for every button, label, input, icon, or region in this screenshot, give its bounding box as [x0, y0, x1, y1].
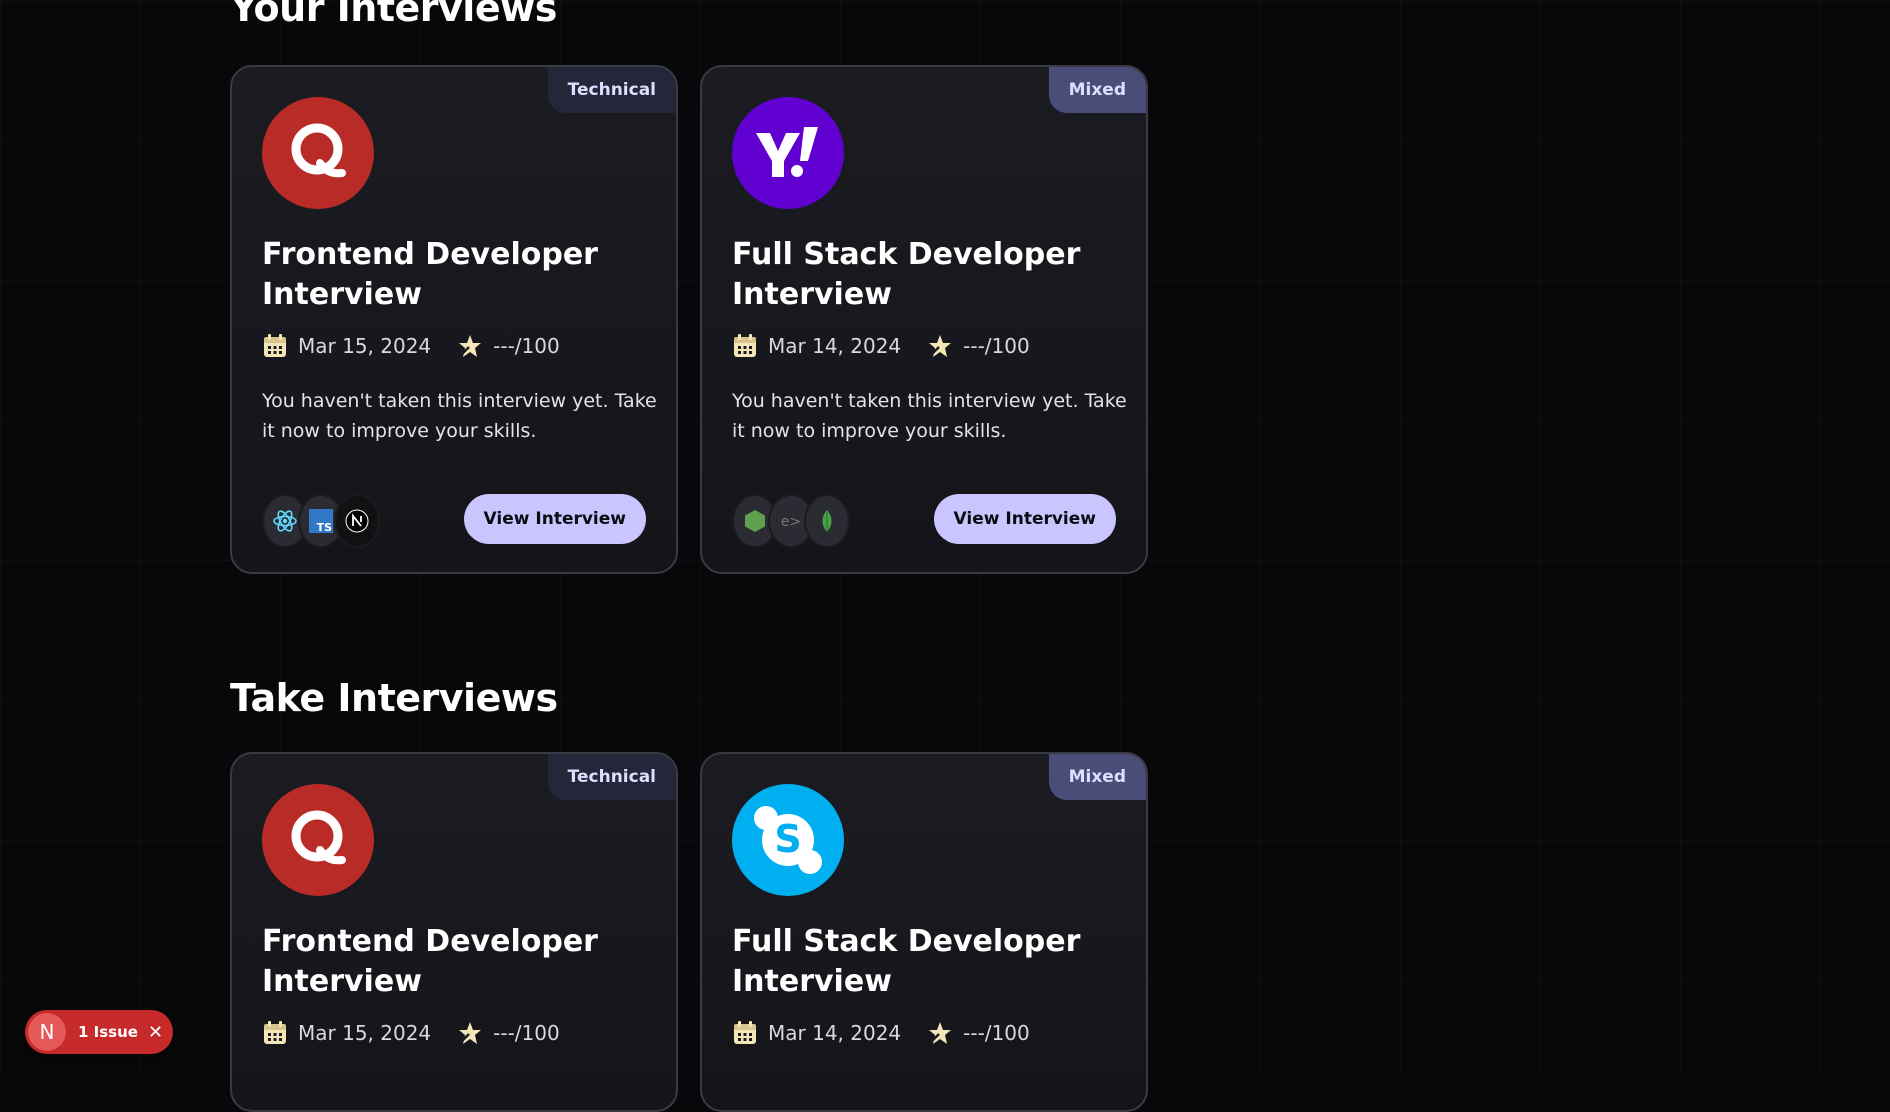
calendar-icon: [264, 1021, 286, 1044]
star-icon: [929, 335, 952, 357]
nextjs-logo-icon: N: [28, 1013, 66, 1051]
section-title-take-interviews: Take Interviews: [230, 676, 558, 720]
dev-issues-indicator[interactable]: N 1 Issue ✕: [25, 1010, 173, 1054]
interview-type-badge: Technical: [547, 754, 676, 800]
card-meta: Mar 14, 2024 ---/100: [732, 331, 1030, 361]
card-meta: Mar 15, 2024 ---/100: [262, 331, 560, 361]
interview-card: Mixed S Full Stack Developer Interview M…: [700, 752, 1148, 1112]
tech-stack: e>: [732, 494, 850, 548]
yahoo-logo: [732, 97, 844, 209]
card-title: Frontend Developer Interview: [262, 924, 598, 999]
interview-score: ---/100: [963, 1021, 1030, 1045]
view-interview-button[interactable]: View Interview: [463, 494, 646, 544]
interview-score: ---/100: [493, 334, 560, 358]
interview-date: Mar 14, 2024: [768, 1021, 902, 1045]
card-title: Full Stack Developer Interview: [732, 237, 1081, 312]
interview-score: ---/100: [493, 1021, 560, 1045]
svg-text:e>: e>: [781, 514, 801, 530]
interview-date: Mar 15, 2024: [298, 334, 432, 358]
interview-card: Technical Frontend Developer Interview M…: [230, 752, 678, 1112]
interview-date: Mar 15, 2024: [298, 1021, 432, 1045]
interview-type-badge: Technical: [547, 67, 676, 113]
mongodb-icon: [804, 494, 850, 548]
tech-stack: TS: [262, 494, 380, 548]
interview-score: ---/100: [963, 334, 1030, 358]
card-meta: Mar 15, 2024 ---/100: [262, 1018, 560, 1048]
close-icon[interactable]: ✕: [148, 1022, 163, 1043]
calendar-icon: [264, 334, 286, 357]
card-title: Full Stack Developer Interview: [732, 924, 1081, 999]
svg-text:TS: TS: [317, 521, 333, 534]
star-icon: [929, 1022, 952, 1044]
svg-text:S: S: [774, 817, 801, 861]
view-interview-button[interactable]: View Interview: [933, 494, 1116, 544]
calendar-icon: [734, 334, 756, 357]
quora-logo: [262, 97, 374, 209]
nextjs-icon: [334, 494, 380, 548]
star-icon: [459, 335, 482, 357]
section-title-your-interviews: Your Interviews: [230, 0, 557, 30]
card-description: You haven't taken this interview yet. Ta…: [732, 390, 1127, 442]
interview-type-badge: Mixed: [1048, 754, 1146, 800]
issue-count-label[interactable]: 1 Issue: [78, 1023, 138, 1041]
card-meta: Mar 14, 2024 ---/100: [732, 1018, 1030, 1048]
skype-logo: S: [732, 784, 844, 896]
card-title: Frontend Developer Interview: [262, 237, 598, 312]
quora-logo: [262, 784, 374, 896]
star-icon: [459, 1022, 482, 1044]
interview-card: Mixed Full Stack Developer Interview Mar…: [700, 65, 1148, 574]
card-description: You haven't taken this interview yet. Ta…: [262, 390, 657, 442]
calendar-icon: [734, 1021, 756, 1044]
interview-card: Technical Frontend Developer Interview M…: [230, 65, 678, 574]
interview-date: Mar 14, 2024: [768, 334, 902, 358]
interview-type-badge: Mixed: [1048, 67, 1146, 113]
